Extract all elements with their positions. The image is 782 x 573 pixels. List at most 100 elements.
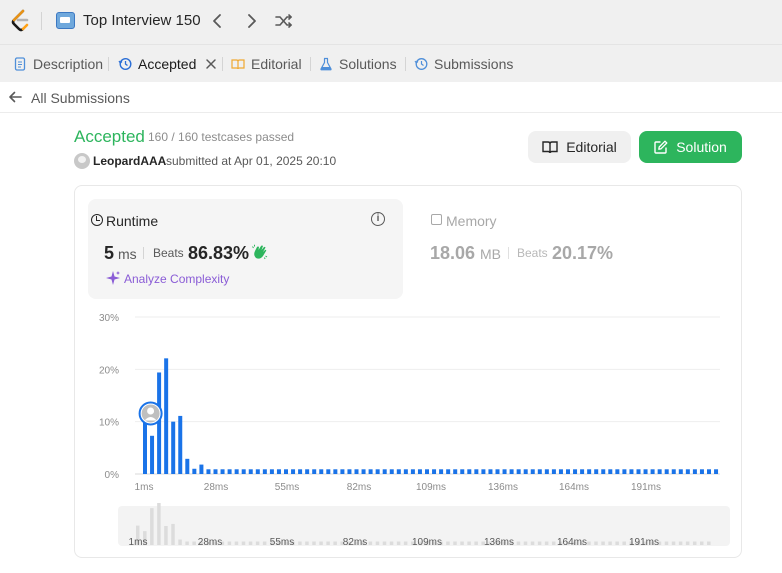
brush-bar [185, 541, 189, 545]
histogram-bar [164, 358, 169, 474]
histogram-bar [171, 421, 176, 474]
brush-bar [262, 541, 267, 545]
histogram-bar [326, 469, 331, 474]
brush-bar [396, 541, 401, 545]
history-icon [118, 57, 132, 70]
histogram-bar [319, 469, 324, 474]
histogram-bar [439, 469, 444, 474]
histogram-bar [523, 469, 528, 474]
histogram-bar [707, 469, 711, 474]
tab-divider [405, 57, 406, 71]
histogram-bar [432, 469, 437, 474]
editorial-button[interactable]: Editorial [528, 131, 631, 163]
histogram-bar [284, 469, 288, 474]
histogram-bar [692, 469, 697, 474]
brush-bar [551, 541, 556, 545]
histogram-bar [481, 469, 486, 474]
x-tick-label: 55ms [275, 482, 299, 493]
brush-bar [319, 541, 323, 545]
brush-bar [692, 541, 697, 545]
histogram-bar [150, 435, 155, 474]
histogram-bar [699, 469, 704, 474]
histogram-bar [474, 469, 479, 474]
brush-tick-label: 191ms [629, 537, 659, 548]
histogram-bar [361, 469, 366, 474]
back-to-submissions[interactable]: All Submissions [0, 82, 782, 113]
histogram-bar [573, 469, 578, 474]
document-icon [14, 56, 26, 71]
brush-bar [333, 541, 337, 545]
tab-solutions-label: Solutions [339, 55, 397, 72]
user-avatar[interactable] [74, 153, 90, 169]
tab-description[interactable]: Description [13, 45, 103, 82]
close-tab-icon[interactable] [205, 58, 217, 70]
tab-divider [310, 57, 311, 71]
solution-button-label: Solution [676, 139, 727, 155]
brush-bar [608, 541, 612, 545]
histogram-bar [143, 420, 147, 474]
username-link[interactable]: LeopardAAA [93, 154, 166, 168]
histogram-bar [502, 469, 507, 474]
study-plan-icon[interactable] [56, 12, 75, 29]
histogram-bar [227, 469, 232, 474]
random-problem-button[interactable] [274, 11, 294, 31]
histogram-bar [276, 469, 281, 474]
histogram-bar [340, 469, 345, 474]
histogram-bar [417, 469, 422, 474]
histogram-bar [587, 469, 592, 474]
histogram-bar [657, 469, 662, 474]
prev-problem-button[interactable] [207, 11, 227, 31]
brush-tick-label: 82ms [343, 537, 367, 548]
tab-editorial-label: Editorial [251, 55, 302, 72]
tab-editorial[interactable]: Editorial [231, 45, 302, 82]
histogram-bar [516, 469, 521, 474]
histogram-bar [333, 469, 338, 474]
histogram-bar [199, 464, 204, 474]
brush-tick-label: 28ms [198, 537, 222, 548]
histogram-bar [368, 469, 373, 474]
next-problem-button[interactable] [242, 11, 262, 31]
all-submissions-link[interactable]: All Submissions [31, 90, 130, 106]
runtime-distribution-chart[interactable]: 30% 20% 10% 0% 1ms 28ms 55ms 82ms 109ms 136ms 164m… [75, 186, 741, 557]
histogram-bar [629, 469, 634, 474]
histogram-bar [460, 469, 465, 474]
brush-bar [523, 541, 528, 545]
brush-bar [298, 541, 302, 545]
histogram-bar [262, 469, 267, 474]
tab-submissions[interactable]: Submissions [414, 45, 513, 82]
problem-list-title[interactable]: Top Interview 150 [83, 12, 201, 29]
brush-bar [248, 541, 253, 545]
y-tick-label: 10% [99, 418, 119, 429]
brush-bar [192, 541, 196, 545]
histogram-bar [685, 469, 690, 474]
histogram-bar [347, 469, 352, 474]
histogram-bar [566, 469, 570, 474]
brush-bar [474, 541, 478, 545]
histogram-bar [298, 469, 303, 474]
brush-bar [446, 541, 450, 545]
histogram-bar [488, 469, 493, 474]
brush-bar [389, 541, 394, 545]
tab-accepted[interactable]: Accepted [118, 45, 217, 82]
histogram-bar [220, 469, 225, 474]
histogram-bar [636, 469, 641, 474]
brush-bar [305, 541, 309, 545]
brush-bar [601, 541, 605, 545]
brush-bar [678, 541, 683, 545]
chevron-left-icon [213, 14, 221, 28]
histogram-bar [234, 469, 239, 474]
shuffle-icon [275, 14, 293, 28]
tab-solutions[interactable]: Solutions [319, 45, 397, 82]
histogram-bar [509, 469, 514, 474]
brush-bar [178, 539, 182, 545]
header-divider [41, 12, 42, 30]
brush-bar [594, 541, 598, 545]
y-tick-label: 0% [105, 470, 120, 481]
brush-bar [150, 508, 154, 545]
solution-button[interactable]: Solution [639, 131, 742, 163]
leetcode-logo-icon[interactable] [10, 9, 32, 33]
brush-tick-label: 136ms [484, 537, 514, 548]
x-tick-label: 109ms [416, 482, 446, 493]
brush-bar [544, 541, 549, 545]
histogram-bar [714, 469, 719, 474]
